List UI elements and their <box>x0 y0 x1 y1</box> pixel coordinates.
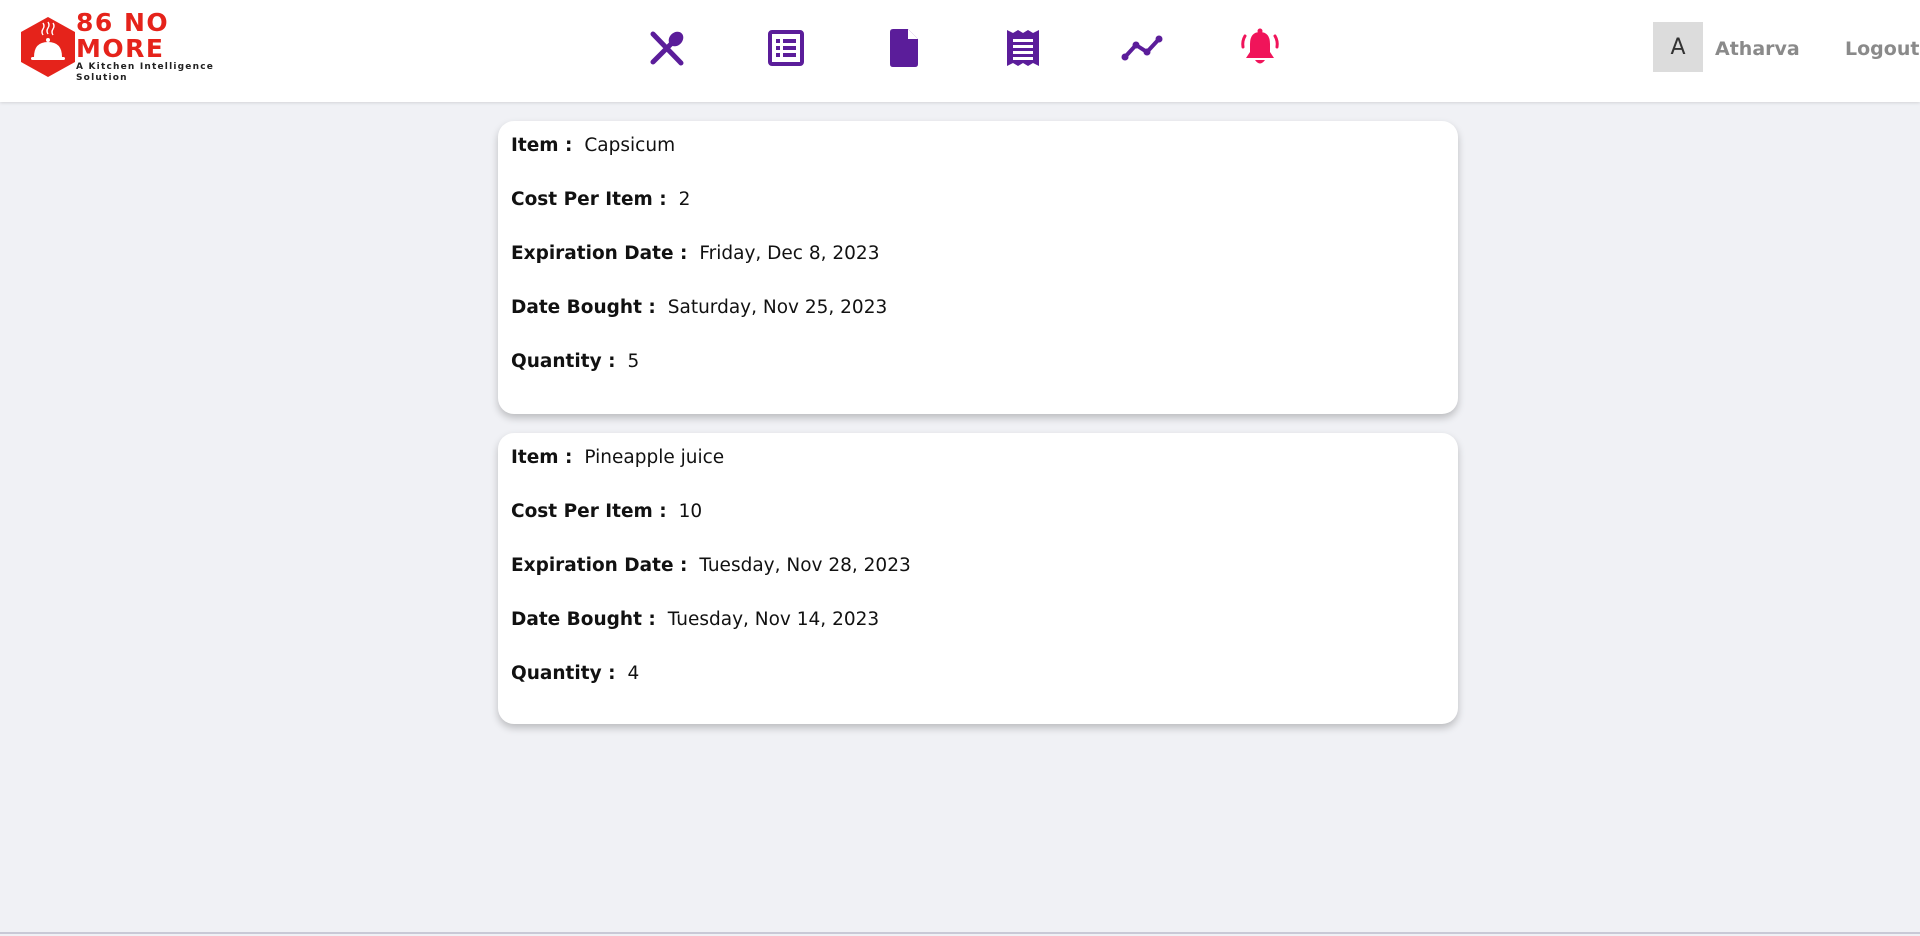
bell-icon <box>1241 28 1279 64</box>
cost-value: 10 <box>678 501 703 522</box>
top-navbar: 86 NO MORE A Kitchen Intelligence Soluti… <box>0 0 1920 102</box>
quantity-label: Quantity : <box>511 663 616 684</box>
expiration-label: Expiration Date : <box>511 555 688 576</box>
cost-value: 2 <box>678 189 691 210</box>
item-label: Item : <box>511 447 573 468</box>
bought-value: Saturday, Nov 25, 2023 <box>667 297 888 318</box>
bought-row: Date Bought : Saturday, Nov 25, 2023 <box>511 297 1445 351</box>
file-icon <box>890 29 918 67</box>
logo-hexagon-icon <box>21 17 75 77</box>
divider <box>0 932 1920 934</box>
logo-subtitle: A Kitchen Intelligence Solution <box>76 62 215 83</box>
quantity-value: 4 <box>627 663 640 684</box>
avatar[interactable]: A <box>1653 22 1703 72</box>
user-name[interactable]: Atharva <box>1715 38 1800 60</box>
chart-line-icon <box>1121 35 1163 61</box>
bought-label: Date Bought : <box>511 297 656 318</box>
expiration-row: Expiration Date : Friday, Dec 8, 2023 <box>511 243 1445 297</box>
nav-receipts-button[interactable] <box>1001 26 1045 70</box>
item-row: Item : Capsicum <box>511 135 1445 189</box>
quantity-label: Quantity : <box>511 351 616 372</box>
item-label: Item : <box>511 135 573 156</box>
logout-button[interactable]: Logout <box>1845 38 1919 60</box>
nav-inventory-list-button[interactable] <box>764 26 808 70</box>
nav-alerts-button[interactable] <box>1238 26 1282 70</box>
cost-label: Cost Per Item : <box>511 189 667 210</box>
expiration-value: Tuesday, Nov 28, 2023 <box>699 555 911 576</box>
expiration-value: Friday, Dec 8, 2023 <box>699 243 880 264</box>
receipt-icon <box>1007 30 1039 66</box>
quantity-row: Quantity : 4 <box>511 663 1445 717</box>
logo-title: 86 NO MORE <box>76 8 170 63</box>
inventory-card: Item : Pineapple juice Cost Per Item : 1… <box>498 433 1458 724</box>
expiration-row: Expiration Date : Tuesday, Nov 28, 2023 <box>511 555 1445 609</box>
quantity-value: 5 <box>627 351 640 372</box>
cost-row: Cost Per Item : 10 <box>511 501 1445 555</box>
cost-label: Cost Per Item : <box>511 501 667 522</box>
item-value: Capsicum <box>584 135 676 156</box>
bought-label: Date Bought : <box>511 609 656 630</box>
utensils-icon <box>650 31 684 66</box>
nav-documents-button[interactable] <box>882 26 926 70</box>
nav-analytics-button[interactable] <box>1120 26 1164 70</box>
cost-row: Cost Per Item : 2 <box>511 189 1445 243</box>
bought-row: Date Bought : Tuesday, Nov 14, 2023 <box>511 609 1445 663</box>
bought-value: Tuesday, Nov 14, 2023 <box>667 609 880 630</box>
item-row: Item : Pineapple juice <box>511 447 1445 501</box>
quantity-row: Quantity : 5 <box>511 351 1445 405</box>
list-icon <box>768 30 804 66</box>
inventory-card: Item : Capsicum Cost Per Item : 2 Expira… <box>498 121 1458 414</box>
nav-menu-button[interactable] <box>645 26 689 70</box>
expiration-label: Expiration Date : <box>511 243 688 264</box>
app-logo[interactable]: 86 NO MORE A Kitchen Intelligence Soluti… <box>18 10 258 83</box>
item-value: Pineapple juice <box>584 447 725 468</box>
